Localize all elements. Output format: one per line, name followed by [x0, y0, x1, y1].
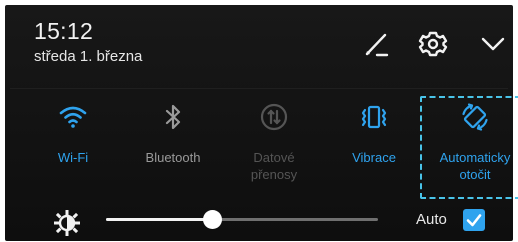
brightness-slider[interactable] [106, 210, 378, 229]
notification-panel: 15:12 středa 1. března Wi-Fi Bluetooth D… [5, 5, 518, 241]
tile-label: Vibrace [352, 150, 396, 165]
wifi-icon [57, 101, 89, 133]
chevron-down-icon[interactable] [478, 29, 508, 59]
clock-time: 15:12 [34, 18, 94, 44]
divider [10, 88, 508, 89]
brightness-slider-thumb[interactable] [203, 210, 223, 229]
bluetooth-icon [157, 101, 189, 133]
tile-label: Bluetooth [145, 150, 201, 165]
tile-mobile-data[interactable]: Datové přenosy [233, 101, 315, 183]
auto-brightness-checkbox[interactable] [463, 209, 485, 231]
edit-pencil-icon[interactable] [361, 29, 391, 59]
gear-icon[interactable] [418, 29, 448, 59]
tile-bluetooth[interactable]: Bluetooth [132, 101, 214, 166]
tile-label: Datové přenosy [250, 150, 298, 182]
vibrate-icon [358, 101, 390, 133]
brightness-slider-fill [106, 218, 213, 221]
mobile-data-icon [258, 101, 290, 133]
tile-label: Wi-Fi [57, 150, 89, 165]
auto-brightness-label: Auto [416, 211, 447, 228]
tile-vibrate[interactable]: Vibrace [333, 101, 415, 166]
auto-rotate-highlight-frame [420, 96, 518, 199]
tile-wifi[interactable]: Wi-Fi [32, 101, 114, 166]
brightness-icon [54, 210, 80, 236]
date-text: středa 1. března [34, 48, 143, 65]
